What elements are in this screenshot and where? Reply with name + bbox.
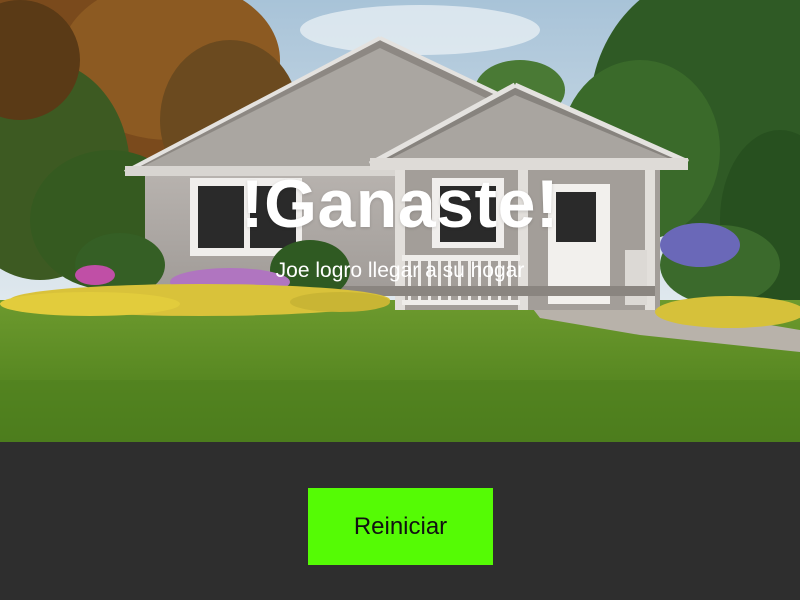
win-message: Joe logro llegar a su hogar	[275, 259, 525, 282]
win-screen: !Ganaste! Joe logro llegar a su hogar Re…	[0, 0, 800, 600]
win-title: !Ganaste!	[240, 166, 560, 242]
restart-button[interactable]: Reiniciar	[308, 488, 493, 565]
